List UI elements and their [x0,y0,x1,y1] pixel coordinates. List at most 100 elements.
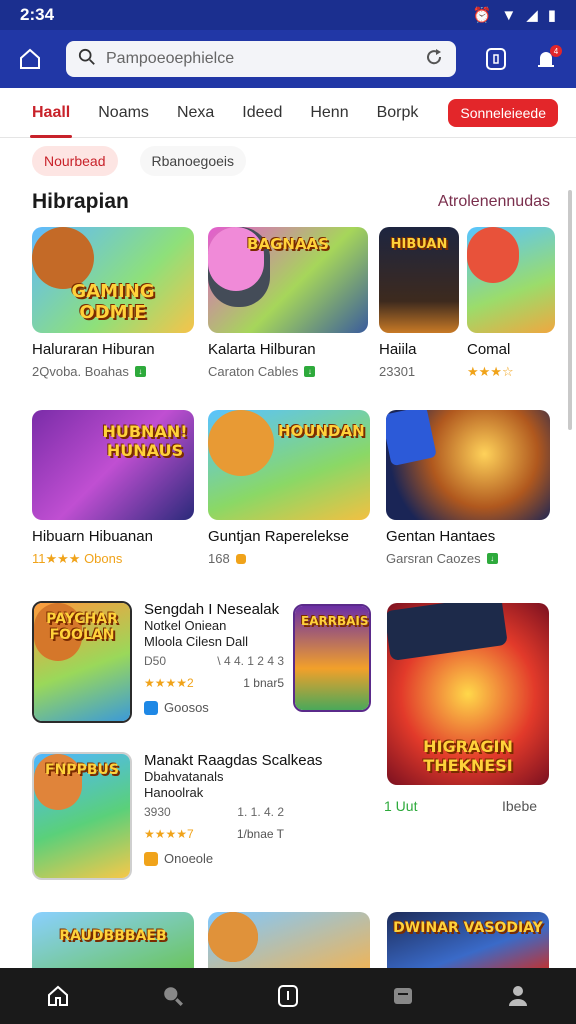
game-meta: ★★★☆ [467,364,514,379]
game-card[interactable]: HOUNDAN Guntjan Raperelekse 168 [208,410,370,566]
list-item-title: Manakt Raagdas Scalkeas [144,752,323,769]
chip-rbanoegoeis[interactable]: Rbanoegoeis [139,146,247,176]
nav-home-icon[interactable] [38,976,78,1016]
game-thumbnail[interactable]: FNPPBUS [32,752,132,880]
category-tabs: Haall Noams Nexa Ideed Henn Borpk Sonnel… [0,88,576,138]
nav-library-icon[interactable] [383,976,423,1016]
verified-icon: ↓ [304,366,316,377]
tab-borpk[interactable]: Borpk [363,88,433,138]
game-thumbnail[interactable]: RAUDBBBAEB [32,912,194,972]
verified-icon: ↓ [486,553,498,564]
app-bar: 4 [0,30,576,88]
list-item-meta: D50 \ 4 4. 1 2 4 3 [144,654,284,668]
tab-cta-button[interactable]: Sonneleieede [448,98,558,127]
game-art-text: PAYCHAR FOOLAN [46,611,118,643]
game-title: Haiila [379,341,417,358]
game-art-text: HUBNAN! HUNAUS [102,422,188,460]
game-card[interactable]: DWINAR VASODIAY [387,912,549,972]
game-thumbnail[interactable]: PAYCHAR FOOLAN [32,601,132,723]
game-art-text: RAUDBBBAEB [59,928,167,944]
game-card[interactable]: EARRBAIS [293,604,371,712]
list-item-tag: Onoeole [144,851,322,866]
list-item[interactable]: FNPPBUS Manakt Raagdas Scalkeas Dbahvata… [32,752,322,880]
section-title: Hibrapian [32,190,129,213]
verified-icon: ↓ [134,366,146,377]
search-bar[interactable] [66,41,456,77]
list-item-subtitle: Dbahvatanals [144,769,224,784]
promo-thumbnail[interactable]: HIGRAGIN THEKNESI [387,603,549,785]
tab-nexa[interactable]: Nexa [163,88,228,138]
game-meta: Caraton Cables ↓ [208,364,368,379]
game-thumbnail[interactable]: GAMING ODMIE [32,227,194,333]
game-title: Haluraran Hiburan [32,341,155,358]
game-card[interactable]: GAMING ODMIE Haluraran Hiburan 2Qvoba. B… [32,227,194,379]
game-card[interactable]: Gentan Hantaes Garsran Caozes ↓ [386,410,550,566]
bottom-navigation [0,968,576,1024]
promo-card[interactable]: HIGRAGIN THEKNESI [387,603,549,785]
filter-chips: Nourbead Rbanoegoeis [32,146,247,176]
game-art-text: BAGNAAS [247,235,329,253]
nav-search-icon[interactable] [153,976,193,1016]
search-icon [78,48,96,71]
refresh-icon[interactable] [424,47,444,72]
list-item-rating: ★★★★2 1 bnar5 [144,676,284,690]
battery-icon: ▮ [547,7,556,24]
game-thumbnail[interactable] [467,227,555,333]
game-art-text: GAMING ODMIE [71,281,155,323]
list-item-subtitle: Mloola Cilesn Dall [144,634,249,649]
list-item-rating: ★★★★7 1/bnae T [144,827,284,841]
scrollbar[interactable] [568,190,572,430]
game-thumbnail[interactable]: BAGNAAS [208,227,368,333]
game-title: Comal [467,341,511,358]
game-thumbnail[interactable]: HUBNAN! HUNAUS [32,410,194,520]
list-item-text: Sengdah I Nesealak Notkel Oniean Mloola … [144,601,284,723]
game-card[interactable]: HUBNAN! HUNAUS Hibuarn Hibuanan 11★★★ Ob… [32,410,194,567]
promo-left-meta: 1 Uut [384,798,418,814]
game-thumbnail[interactable]: HIBUAN [379,227,459,333]
game-thumbnail[interactable]: DWINAR VASODIAY [387,912,549,972]
nav-profile-icon[interactable] [498,976,538,1016]
home-icon[interactable] [12,41,48,77]
game-art-text: DWINAR VASODIAY [393,920,543,936]
status-time: 2:34 [20,5,55,24]
game-card[interactable]: RAUDBBBAEB [32,912,194,972]
tab-ideed[interactable]: Ideed [228,88,296,138]
game-thumbnail[interactable] [208,912,370,972]
list-item-text: Manakt Raagdas Scalkeas Dbahvatanals Han… [144,752,322,880]
list-item[interactable]: PAYCHAR FOOLAN Sengdah I Nesealak Notkel… [32,601,284,723]
game-thumbnail[interactable]: HOUNDAN [208,410,370,520]
coin-icon [235,553,246,564]
list-item-meta: 3930 1. 1. 4. 2 [144,805,284,819]
game-meta: 11★★★ Obons [32,551,123,566]
game-card[interactable]: Comal ★★★☆ [467,227,555,380]
tab-hall[interactable]: Haall [18,88,84,138]
game-thumbnail[interactable] [386,410,550,520]
game-thumbnail[interactable]: EARRBAIS [293,604,371,712]
game-title: Kalarta Hilburan [208,341,316,358]
tab-noams[interactable]: Noams [84,88,163,138]
section-see-all-link[interactable]: Atrolenennudas [438,193,550,211]
game-card[interactable]: HIBUAN Haiila 23301 [379,227,459,379]
list-item-subtitle: Notkel Oniean [144,618,227,633]
chip-nourbead[interactable]: Nourbead [32,146,118,176]
game-title: Gentan Hantaes [386,528,496,545]
app-icon [144,851,158,866]
notification-badge: 4 [550,45,562,57]
game-meta: 2Qvoba. Boahas ↓ [32,364,194,379]
game-card[interactable]: BAGNAAS Kalarta Hilburan Caraton Cables ↓ [208,227,368,379]
game-meta: 23301 [379,364,416,379]
list-item-title: Sengdah I Nesealak [144,601,280,618]
wifi-icon: ▼ [501,6,517,24]
app-icon [144,700,158,715]
alarm-icon: ⏰ [472,7,492,24]
tabs-icon[interactable] [478,41,514,77]
nav-tabs-icon[interactable] [268,976,308,1016]
game-meta: Garsran Caozes ↓ [386,551,550,566]
tab-henn[interactable]: Henn [296,88,362,138]
search-input[interactable] [106,50,414,68]
game-card[interactable] [208,912,370,972]
list-item-subtitle: Hanoolrak [144,785,204,800]
game-title: Hibuarn Hibuanan [32,528,153,545]
promo-right-meta: Ibebe [502,798,538,814]
notification-icon[interactable]: 4 [528,41,564,77]
